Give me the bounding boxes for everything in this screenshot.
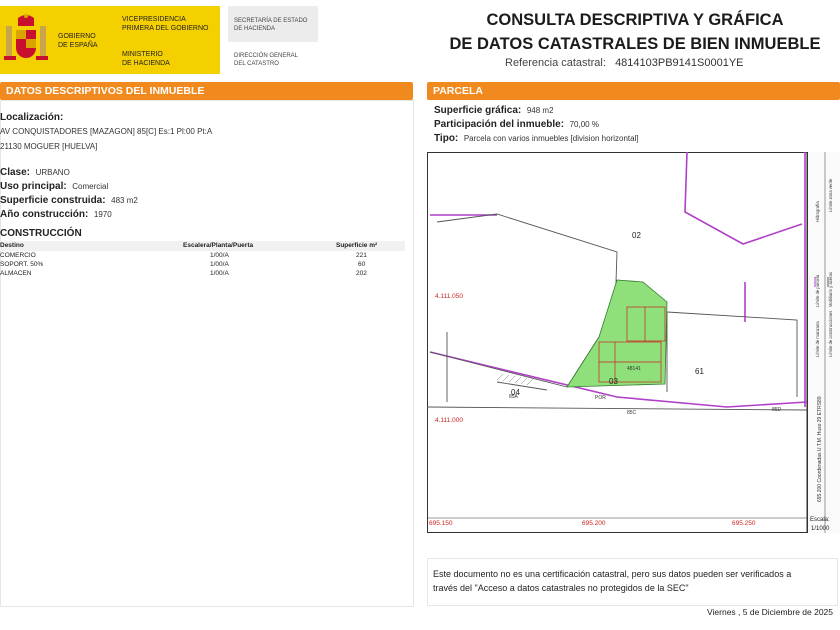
location-label: Localización: xyxy=(0,112,64,123)
document-date: Viernes , 5 de Diciembre de 2025 xyxy=(707,607,834,617)
x-tick: 695.150 xyxy=(429,520,453,527)
descriptive-data-bar: DATOS DESCRIPTIVOS DEL INMUEBLE xyxy=(0,82,413,100)
build-year-row: Año construcción: 1970 xyxy=(0,209,112,220)
parcel-ref-label: 48141 xyxy=(627,366,641,372)
scale-value: 1/1000 xyxy=(811,526,830,532)
y-tick: 4.111.050 xyxy=(435,293,463,300)
x-tick: 695.200 xyxy=(582,520,606,527)
location-line-1: AV CONQUISTADORES [MAZAGON] 85[C] Es:1 P… xyxy=(0,127,213,136)
cadastral-reference: Referencia catastral: 4814103PB9141S0001… xyxy=(505,57,744,69)
coat-of-arms-icon xyxy=(2,12,50,70)
street-label: 85D xyxy=(772,407,782,413)
legend-item: Límite de construcciones xyxy=(828,311,833,357)
street-label: 85C xyxy=(627,410,637,416)
parcel-label: 02 xyxy=(632,231,641,240)
legend-item: Límite de parcela xyxy=(815,274,820,307)
legend-item: Mobiliario y aceras xyxy=(828,272,833,307)
cadastral-map[interactable]: 695.200 Coordenadas U.T.M. Huso 29 ETRS8… xyxy=(426,151,840,534)
main-use-row: Uso principal: Comercial xyxy=(0,181,109,192)
table-row: SOPORT. 50% 1/00/A 60 xyxy=(0,261,366,268)
parcel-bar: PARCELA xyxy=(427,82,840,100)
street-label: 85A xyxy=(509,394,519,400)
built-area-row: Superficie construida: 483 m2 xyxy=(0,195,138,206)
country-label: GOBIERNO DE ESPAÑA xyxy=(58,33,98,49)
class-row: Clase: URBANO xyxy=(0,167,70,178)
x-tick: 695.250 xyxy=(732,520,756,527)
construction-title: CONSTRUCCIÓN xyxy=(0,228,82,239)
table-row: COMERCIO 1/00/A 221 xyxy=(0,252,367,259)
disclaimer-text: Este documento no es una certificación c… xyxy=(433,569,792,593)
directorate-label: DIRECCIÓN GENERAL DEL CATASTRO xyxy=(234,53,299,67)
legend-item: Límite de manzana xyxy=(815,321,820,357)
scale-label: Escala: xyxy=(810,517,830,523)
graphic-surface-row: Superficie gráfica: 948 m2 xyxy=(434,105,554,116)
table-header: Destino Escalera/Planta/Puerta Superfici… xyxy=(0,241,405,251)
vicepresidency-label: VICEPRESIDENCIA PRIMERA DEL GOBIERNO xyxy=(122,16,209,32)
page-title: CONSULTA DESCRIPTIVA Y GRÁFICA DE DATOS … xyxy=(449,11,821,53)
type-row: Tipo: Parcela con varios inmuebles [divi… xyxy=(434,133,639,144)
legend-item: Hidrografía xyxy=(815,201,820,222)
construction-table: Destino Escalera/Planta/Puerta Superfici… xyxy=(0,241,405,278)
participation-row: Participación del inmueble: 70,00 % xyxy=(434,119,599,130)
legend-item: Límite zona verde xyxy=(828,178,833,212)
parcel-label: 03 xyxy=(609,377,618,386)
location-line-2: 21130 MOGUER [HUELVA] xyxy=(0,142,98,151)
parcel-label: 61 xyxy=(695,367,704,376)
ministry-label: MINISTERIO DE HACIENDA xyxy=(122,51,170,67)
coordinates-side-text: 695.200 Coordenadas U.T.M. Huso 29 ETRS8… xyxy=(817,396,823,502)
secretary-label: SECRETARÍA DE ESTADO DE HACIENDA xyxy=(234,18,308,32)
y-tick: 4.111.000 xyxy=(435,417,463,424)
table-row: ALMACEN 1/00/A 202 xyxy=(0,270,367,277)
parcel-sublabel: POR xyxy=(595,395,606,401)
